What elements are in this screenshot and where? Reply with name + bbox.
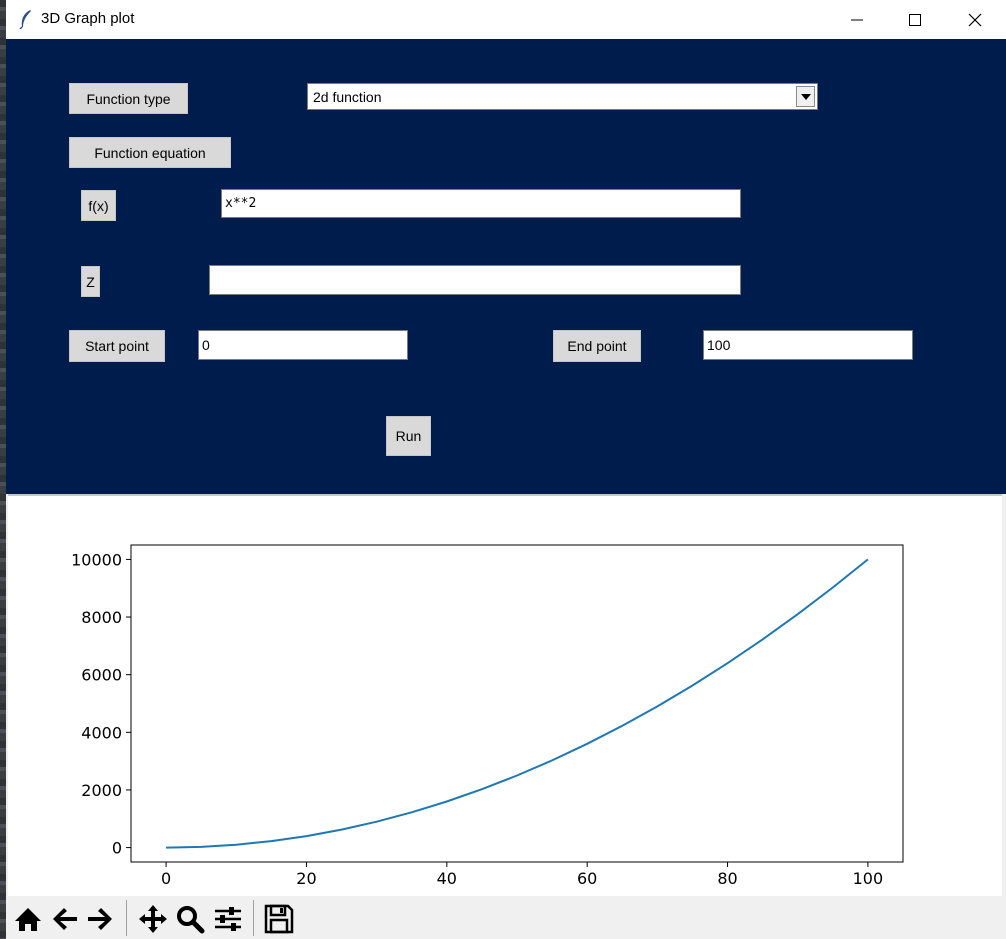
y-tick-label: 0 (112, 839, 122, 858)
save-button[interactable] (262, 902, 296, 936)
back-button[interactable] (48, 902, 82, 936)
x-tick-label: 60 (577, 869, 597, 888)
start-point-button[interactable]: Start point (69, 330, 165, 362)
toolbar-separator (253, 900, 254, 936)
axes-frame (130, 544, 904, 863)
back-icon (53, 908, 77, 930)
y-tick-label: 10000 (71, 550, 122, 569)
home-button[interactable] (11, 902, 45, 936)
zoom-button[interactable] (173, 902, 207, 936)
dropdown-button[interactable] (796, 86, 815, 107)
z-button[interactable]: Z (81, 266, 100, 297)
app-window: 3D Graph plot Function type 2d function … (6, 0, 1006, 939)
configure-subplots-icon (215, 907, 241, 931)
chevron-down-icon (801, 94, 811, 100)
x-tick-label: 0 (161, 869, 171, 888)
line-chart: 0 20 40 60 80 100 0 2000 4000 6000 8000 10000 (71, 544, 904, 888)
y-tick-label: 2000 (81, 781, 122, 800)
zoom-icon (177, 906, 205, 934)
pan-icon (139, 905, 167, 933)
y-tick-label: 8000 (81, 608, 122, 627)
navigation-toolbar (6, 896, 1006, 939)
home-icon (15, 908, 41, 931)
fx-input[interactable] (221, 189, 741, 218)
maximize-icon (909, 14, 921, 26)
z-input[interactable] (209, 265, 741, 295)
configure-subplots-button[interactable] (211, 902, 245, 936)
x-tick-label: 100 (853, 869, 884, 888)
end-point-input[interactable] (703, 330, 913, 360)
close-icon (968, 13, 982, 27)
toolbar-separator (126, 900, 127, 936)
function-type-value: 2d function (313, 89, 382, 105)
function-type-button[interactable]: Function type (69, 83, 188, 114)
end-point-button[interactable]: End point (553, 330, 641, 362)
function-equation-button[interactable]: Function equation (69, 137, 231, 168)
window-title: 3D Graph plot (41, 10, 135, 27)
minimize-button[interactable] (828, 0, 886, 39)
title-bar[interactable]: 3D Graph plot (6, 0, 1006, 39)
function-form: Function type 2d function Function equat… (6, 39, 1006, 494)
fx-button[interactable]: f(x) (81, 190, 116, 221)
x-tick-label: 20 (296, 869, 316, 888)
save-icon (264, 904, 294, 934)
start-point-input[interactable] (198, 330, 408, 360)
maximize-button[interactable] (886, 0, 944, 39)
y-tick-label: 6000 (81, 666, 122, 685)
series-line (166, 558, 869, 849)
forward-icon (88, 908, 112, 930)
forward-button[interactable] (83, 902, 117, 936)
run-button[interactable]: Run (386, 416, 431, 456)
plot-canvas[interactable]: 0 20 40 60 80 100 0 2000 4000 6000 8000 10000 (8, 494, 1002, 898)
x-tick-label: 80 (717, 869, 737, 888)
x-tick-label: 40 (437, 869, 457, 888)
feather-icon (19, 10, 31, 29)
close-button[interactable] (946, 0, 1004, 39)
y-tick-label: 4000 (81, 723, 122, 742)
pan-button[interactable] (136, 902, 170, 936)
function-type-select[interactable]: 2d function (307, 83, 818, 110)
minimize-icon (851, 19, 863, 21)
